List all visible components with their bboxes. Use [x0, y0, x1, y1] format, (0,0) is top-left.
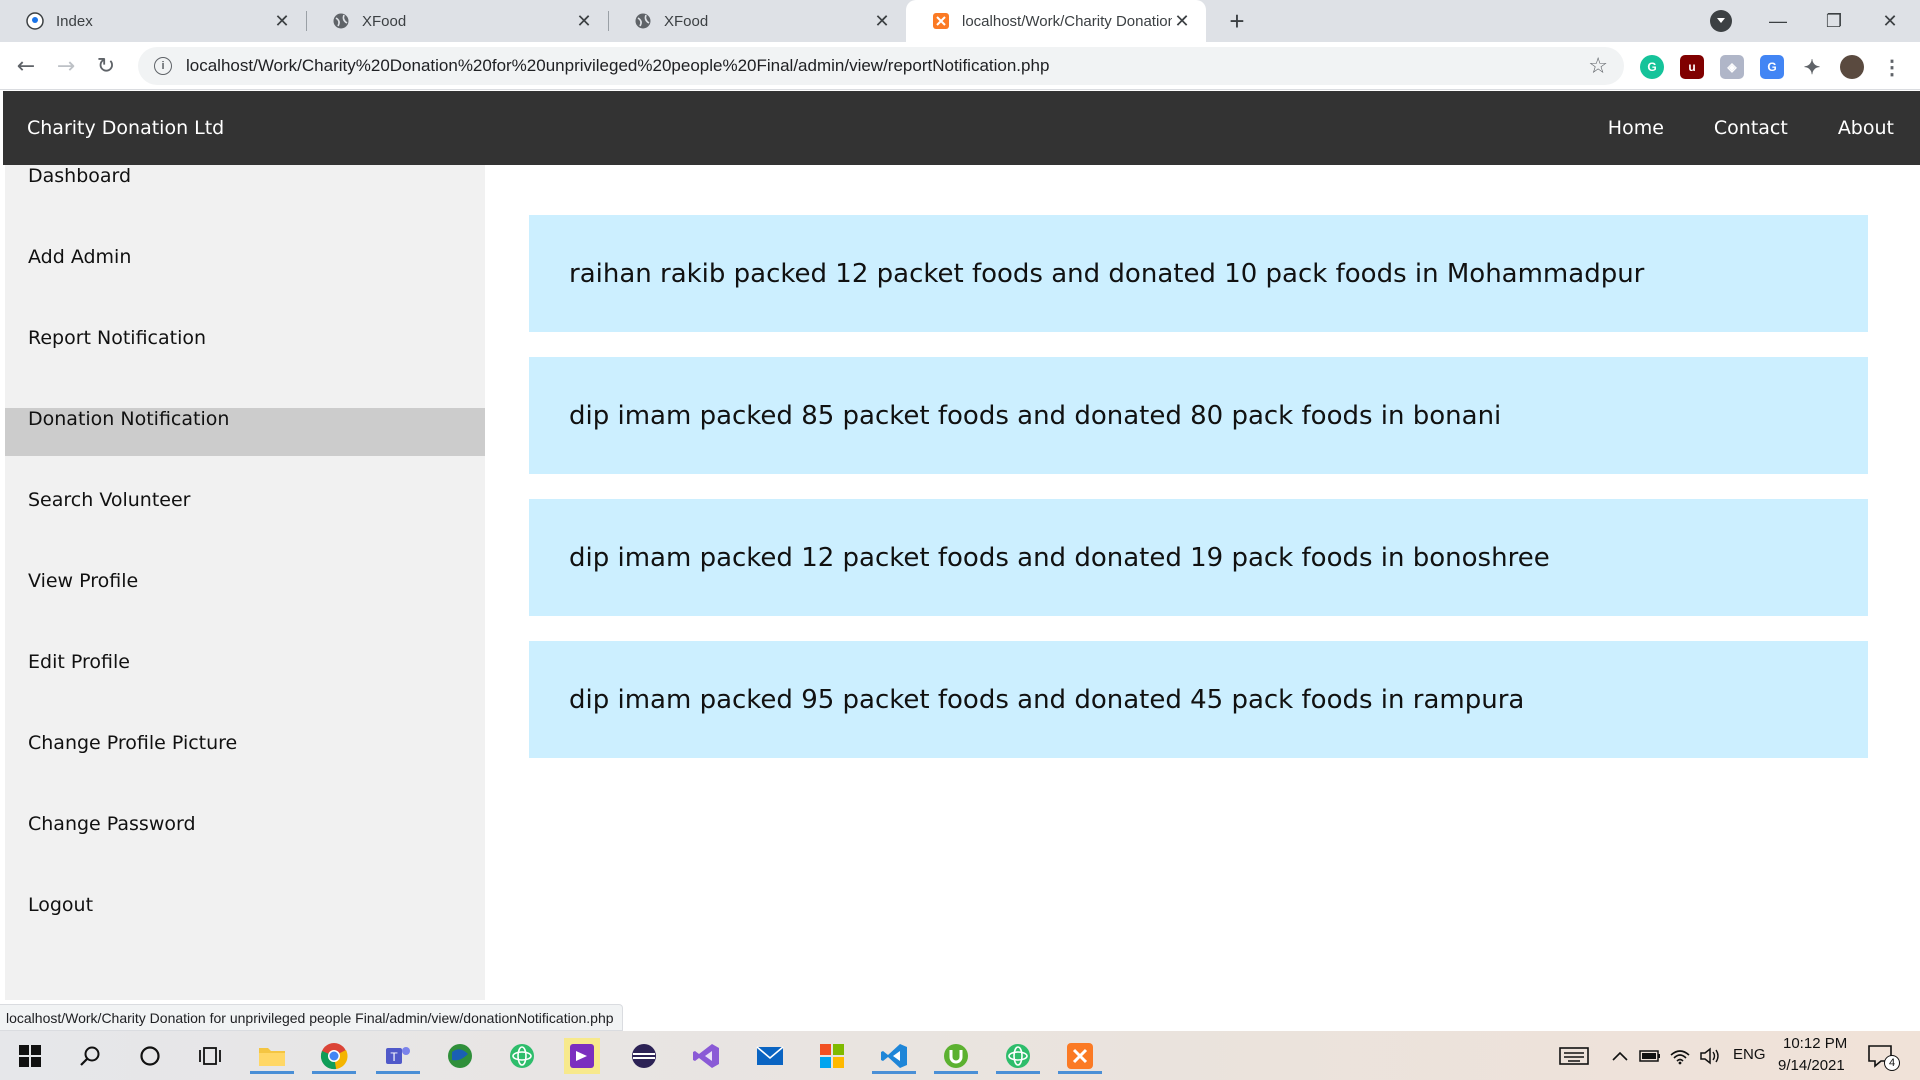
- eclipse-icon[interactable]: [626, 1038, 662, 1074]
- chrome-icon[interactable]: [312, 1038, 356, 1074]
- browser-tab-xfood-1[interactable]: XFood ✕: [306, 0, 609, 42]
- close-tab-icon[interactable]: ✕: [872, 11, 892, 31]
- close-window-icon[interactable]: ✕: [1862, 0, 1918, 42]
- clock-time[interactable]: 10:12 PM: [1783, 1035, 1847, 1052]
- brand-title[interactable]: Charity Donation Ltd: [27, 91, 224, 165]
- tab-label: localhost/Work/Charity Donation: [962, 12, 1172, 30]
- tab-label: Index: [56, 12, 93, 30]
- sidebar-item-donation-notification[interactable]: Donation Notification: [5, 408, 485, 456]
- microsoft-store-icon[interactable]: [814, 1038, 850, 1074]
- vscode-icon[interactable]: [872, 1038, 916, 1074]
- browser-menu-icon[interactable]: ⋮: [1880, 55, 1904, 79]
- translate-icon[interactable]: G: [1760, 55, 1784, 79]
- top-nav: Home Contact About: [1584, 91, 1920, 165]
- link-status-bubble: localhost/Work/Charity Donation for unpr…: [0, 1004, 623, 1031]
- touch-keyboard-icon[interactable]: [1556, 1038, 1592, 1074]
- running-indicator: [250, 1071, 294, 1074]
- visual-studio-purple-icon[interactable]: [564, 1038, 600, 1074]
- bookmark-star-icon[interactable]: ☆: [1588, 54, 1608, 79]
- sidebar-item-add-admin[interactable]: Add Admin: [5, 246, 485, 294]
- notification-card: dip imam packed 12 packet foods and dona…: [529, 499, 1868, 616]
- tab-search-icon[interactable]: [1710, 10, 1732, 32]
- sidebar-item-change-profile-picture[interactable]: Change Profile Picture: [5, 732, 485, 780]
- notification-card: dip imam packed 95 packet foods and dona…: [529, 641, 1868, 758]
- utorrent-icon[interactable]: [934, 1038, 978, 1074]
- xampp-taskbar-icon[interactable]: [1058, 1038, 1102, 1074]
- running-indicator: [312, 1071, 356, 1074]
- running-indicator: [376, 1071, 420, 1074]
- sidebar-item-dashboard[interactable]: Dashboard: [5, 165, 485, 213]
- back-icon[interactable]: ←: [10, 50, 42, 82]
- grammarly-icon[interactable]: G: [1640, 55, 1664, 79]
- clock-date[interactable]: 9/14/2021: [1778, 1057, 1845, 1074]
- running-indicator: [1058, 1071, 1102, 1074]
- sidebar-item-logout[interactable]: Logout: [5, 894, 485, 942]
- volume-icon[interactable]: [1692, 1038, 1728, 1074]
- restore-icon[interactable]: ❐: [1806, 0, 1862, 42]
- atom-icon[interactable]: [996, 1038, 1040, 1074]
- atom-green-icon[interactable]: [504, 1038, 540, 1074]
- visual-studio-icon[interactable]: [688, 1038, 724, 1074]
- windows-taskbar: T ENG 10:12 PM 9/14/2021 4: [0, 1031, 1920, 1080]
- browser-toolbar: ← → ↻ i localhost/Work/Charity%20Donatio…: [0, 42, 1920, 90]
- notification-list: raihan rakib packed 12 packet foods and …: [529, 215, 1868, 783]
- running-indicator: [996, 1071, 1040, 1074]
- running-indicator: [934, 1071, 978, 1074]
- file-explorer-icon[interactable]: [250, 1038, 294, 1074]
- sidebar-item-view-profile[interactable]: View Profile: [5, 570, 485, 618]
- sidebar-item-search-volunteer[interactable]: Search Volunteer: [5, 489, 485, 537]
- notification-card: raihan rakib packed 12 packet foods and …: [529, 215, 1868, 332]
- reload-icon[interactable]: ↻: [90, 50, 122, 82]
- shield-icon[interactable]: ◈: [1720, 55, 1744, 79]
- notification-count-badge: 4: [1884, 1055, 1900, 1071]
- close-tab-icon[interactable]: ✕: [574, 11, 594, 31]
- tab-label: XFood: [362, 12, 407, 30]
- extensions-puzzle-icon[interactable]: ✦: [1800, 55, 1824, 79]
- teams-icon[interactable]: T: [376, 1038, 420, 1074]
- close-tab-icon[interactable]: ✕: [1172, 11, 1192, 31]
- browser-tab-active[interactable]: localhost/Work/Charity Donation ✕: [906, 0, 1206, 42]
- xampp-icon: [932, 12, 950, 30]
- close-tab-icon[interactable]: ✕: [272, 11, 292, 31]
- nav-contact-link[interactable]: Contact: [1714, 117, 1788, 139]
- url-text[interactable]: localhost/Work/Charity%20Donation%20for%…: [186, 56, 1588, 76]
- tab-label: XFood: [664, 12, 709, 30]
- github-icon: [26, 12, 44, 30]
- cortana-icon[interactable]: [132, 1038, 168, 1074]
- ublock-icon[interactable]: u: [1680, 55, 1704, 79]
- sidebar-item-report-notification[interactable]: Report Notification: [5, 327, 485, 375]
- running-indicator: [872, 1071, 916, 1074]
- profile-avatar[interactable]: [1840, 55, 1864, 79]
- mail-icon[interactable]: [752, 1038, 788, 1074]
- address-bar[interactable]: i localhost/Work/Charity%20Donation%20fo…: [138, 47, 1624, 85]
- minimize-icon[interactable]: ―: [1750, 0, 1806, 42]
- language-indicator[interactable]: ENG: [1733, 1046, 1766, 1063]
- internet-download-manager-icon[interactable]: [442, 1038, 478, 1074]
- nav-home-link[interactable]: Home: [1608, 117, 1664, 139]
- sidebar-item-edit-profile[interactable]: Edit Profile: [5, 651, 485, 699]
- sidebar-item-change-password[interactable]: Change Password: [5, 813, 485, 861]
- browser-tab-strip: Index ✕ XFood ✕ XFood ✕ localhost/Work/C…: [0, 0, 1920, 42]
- svg-text:T: T: [390, 1050, 398, 1064]
- browser-tab-xfood-2[interactable]: XFood ✕: [608, 0, 906, 42]
- globe-icon: [332, 12, 350, 30]
- search-icon[interactable]: [72, 1038, 108, 1074]
- sidebar: Dashboard Add Admin Report Notification …: [5, 165, 485, 1000]
- site-header: Charity Donation Ltd Home Contact About: [3, 91, 1920, 165]
- notification-card: dip imam packed 85 packet foods and dona…: [529, 357, 1868, 474]
- new-tab-button[interactable]: +: [1222, 6, 1252, 36]
- site-info-icon[interactable]: i: [154, 57, 172, 75]
- globe-icon: [634, 12, 652, 30]
- windows-start-icon[interactable]: [12, 1038, 48, 1074]
- task-view-icon[interactable]: [192, 1038, 228, 1074]
- forward-icon[interactable]: →: [50, 50, 82, 82]
- nav-about-link[interactable]: About: [1838, 117, 1894, 139]
- browser-tab-index[interactable]: Index ✕: [0, 0, 307, 42]
